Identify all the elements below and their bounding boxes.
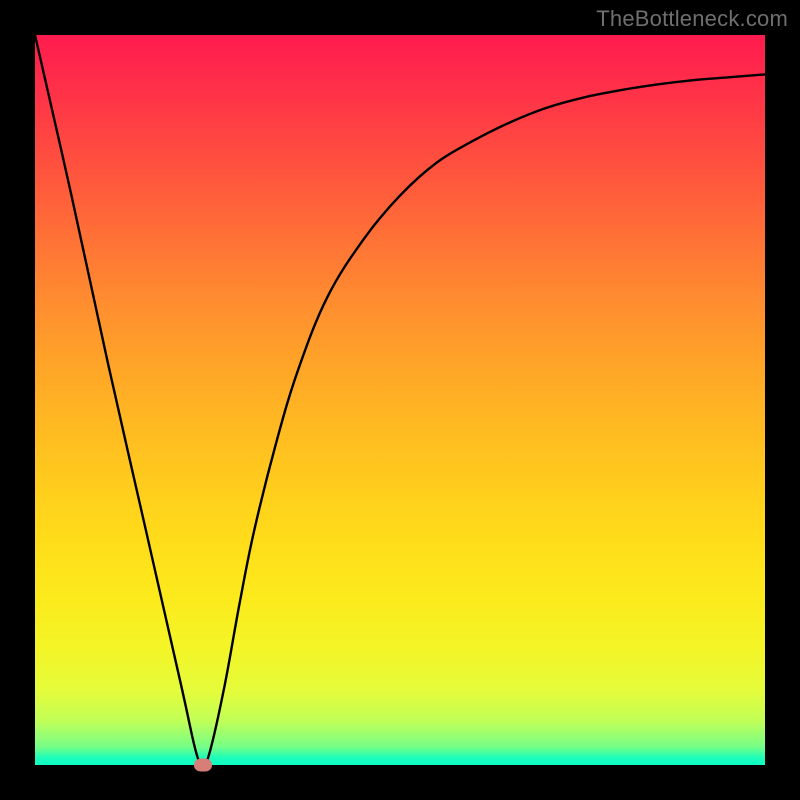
bottleneck-curve (35, 35, 765, 765)
plot-area (35, 35, 765, 765)
chart-frame: TheBottleneck.com (0, 0, 800, 800)
curve-svg (35, 35, 765, 765)
watermark-label: TheBottleneck.com (596, 6, 788, 32)
min-marker (194, 759, 212, 772)
